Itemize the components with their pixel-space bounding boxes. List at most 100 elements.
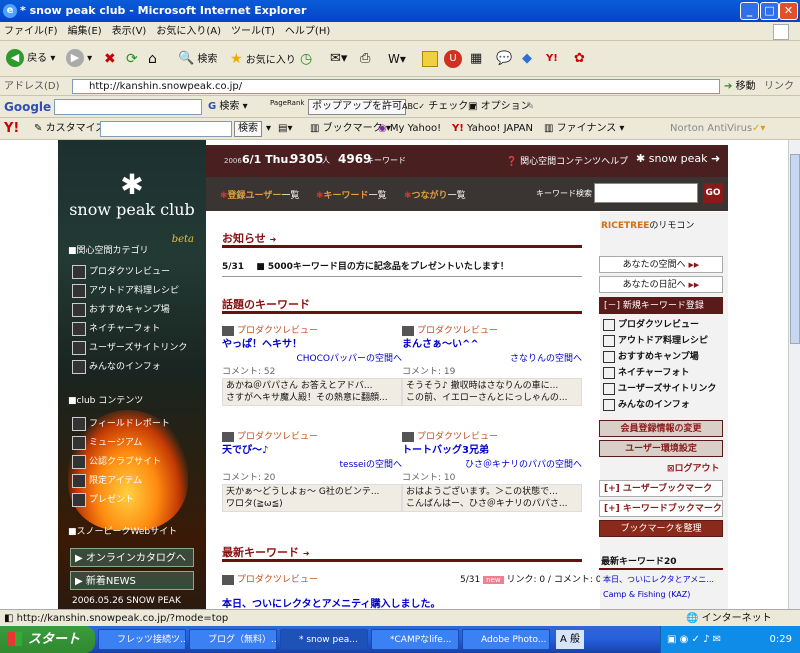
comment-line[interactable]: あかね＠パパさん お答えとアドバ... bbox=[226, 380, 398, 392]
ime-indicator[interactable]: A 般 bbox=[556, 630, 585, 649]
options-button[interactable]: ▣ オプション bbox=[468, 96, 531, 118]
card-title-link[interactable]: まんさぁ～い^^ bbox=[402, 338, 582, 352]
comment-line[interactable]: さすがヘキサ魔人殿！その熱意に翻顔... bbox=[226, 392, 398, 404]
nav-campsite[interactable]: おすすめキャンプ場 bbox=[72, 302, 170, 318]
norton-label[interactable]: Norton AntiVirus bbox=[670, 118, 752, 140]
your-diary-button[interactable]: あなたの日記へ ▶▶ bbox=[599, 276, 723, 293]
nav-everyone-info[interactable]: みんなのインフォ bbox=[72, 359, 161, 375]
latest20-item[interactable]: 本日、ついにレクタとアメニ... bbox=[603, 574, 714, 585]
nav-outdoor-recipe[interactable]: アウトドア料理レシピ bbox=[72, 283, 179, 299]
menu-help[interactable]: ヘルプ(H) bbox=[285, 26, 330, 37]
stop-icon[interactable]: ✖ bbox=[104, 49, 116, 69]
maximize-button[interactable]: □ bbox=[760, 2, 779, 20]
organize-bookmarks-button[interactable]: ブックマークを整理 bbox=[599, 520, 723, 537]
yahoo-menu-icon[interactable]: ▤▾ bbox=[278, 118, 292, 140]
logout-button[interactable]: ⊠ログアウト bbox=[667, 461, 720, 474]
nav-nature-photo[interactable]: ネイチャーフォト bbox=[72, 321, 160, 337]
nav-limited-items[interactable]: 限定アイテム bbox=[72, 473, 142, 489]
google-search-input[interactable] bbox=[54, 99, 202, 115]
pencil-icon[interactable]: ✎ bbox=[526, 96, 534, 118]
latest-title-link[interactable]: 本日、ついにレクタとアメニティ購入しました。 bbox=[222, 595, 441, 609]
research-icon[interactable]: ▦ bbox=[470, 49, 482, 69]
comment-line[interactable]: ワロタ(≧ω≦) bbox=[226, 498, 398, 510]
link-list-link[interactable]: ✱つながり一覧 bbox=[404, 188, 466, 201]
links-label[interactable]: リンク bbox=[764, 77, 794, 96]
search-button[interactable]: 🔍 検索 bbox=[178, 49, 217, 69]
start-button[interactable]: スタート bbox=[0, 626, 95, 653]
help-link[interactable]: ❓ 関心空間コンテンツヘルプ bbox=[506, 154, 628, 167]
edit-icon[interactable]: W▾ bbox=[388, 49, 406, 69]
u-icon[interactable]: U bbox=[444, 50, 462, 68]
comment-line[interactable]: 天かぁ～どうしよぉ～ G社のビンテ... bbox=[226, 486, 398, 498]
messenger-icon[interactable]: 💬 bbox=[496, 49, 512, 69]
taskbar-item-active[interactable]: * snow pea... bbox=[280, 629, 368, 650]
your-space-button[interactable]: あなたの空間へ ▶▶ bbox=[599, 256, 723, 273]
keyword-search-go-button[interactable]: GO bbox=[703, 183, 723, 203]
comment-line[interactable]: そうそう♪ 撤収時はさなりんの車に... bbox=[406, 380, 578, 392]
scrollbar-thumb[interactable] bbox=[790, 154, 800, 344]
card-user-link[interactable]: さなりんの空間へ bbox=[402, 352, 582, 366]
nav-museum[interactable]: ミュージアム bbox=[72, 435, 142, 451]
menu-edit[interactable]: 編集(E) bbox=[68, 26, 102, 37]
online-catalog-button[interactable]: ▶ オンラインカタログへ bbox=[70, 548, 194, 567]
comment-line[interactable]: こんばんはー、ひさ＠キナリのパパさ... bbox=[406, 498, 578, 510]
norton-icon[interactable]: ✓▾ bbox=[752, 118, 765, 140]
notice-item[interactable]: 5/31 ■ 5000キーワード目の方に記念品をプレゼントいたします！ bbox=[222, 259, 509, 272]
menu-tools[interactable]: ツール(T) bbox=[231, 26, 275, 37]
card-user-link[interactable]: tesseiの空間へ bbox=[222, 458, 402, 472]
mail-icon[interactable]: ✉▾ bbox=[330, 49, 347, 69]
card-user-link[interactable]: ひさ＠キナリのパパの空間へ bbox=[402, 458, 582, 472]
refresh-icon[interactable]: ⟳ bbox=[126, 49, 138, 69]
menu-view[interactable]: 表示(V) bbox=[112, 26, 147, 37]
taskbar-item[interactable]: Adobe Photo... bbox=[462, 629, 550, 650]
popup-allow-button[interactable]: ポップアップを許可 bbox=[308, 99, 406, 115]
nav-products-review[interactable]: プロダクツレビュー bbox=[72, 264, 170, 280]
nav-user-sites[interactable]: ユーザーズサイトリンク bbox=[72, 340, 187, 356]
yahoo-search-button[interactable]: 検索 bbox=[234, 121, 262, 137]
card-title-link[interactable]: やっぱ！ヘキサ！ bbox=[222, 338, 402, 352]
menu-file[interactable]: ファイル(F) bbox=[4, 26, 58, 37]
user-list-link[interactable]: ✱登録ユーザー一覧 bbox=[220, 188, 299, 201]
user-bookmark-button[interactable]: [+] ユーザーブックマーク bbox=[599, 480, 723, 497]
taskbar-item[interactable]: ブログ（無料）... bbox=[189, 629, 277, 650]
keyword-search-input[interactable] bbox=[594, 183, 698, 203]
my-yahoo-link[interactable]: ◉ My Yahoo! bbox=[378, 118, 441, 140]
new-news-button[interactable]: ▶ 新着NEWS bbox=[70, 571, 194, 590]
taskbar-item[interactable]: *CAMPなlife... bbox=[371, 629, 459, 650]
remote-nav-info[interactable]: みんなのインフォ bbox=[603, 398, 690, 413]
forward-button[interactable]: ▶ ▾ bbox=[66, 49, 92, 69]
remote-nav-campsite[interactable]: おすすめキャンプ場 bbox=[603, 350, 699, 365]
nav-present[interactable]: プレゼント bbox=[72, 492, 134, 508]
back-button[interactable]: ◀ 戻る ▾ bbox=[6, 49, 55, 69]
snowpeak-link[interactable]: ✱ snow peak ➜ bbox=[636, 152, 720, 165]
google-search-button[interactable]: G 検索 ▾ bbox=[208, 96, 248, 118]
history-icon[interactable]: ◷ bbox=[300, 49, 312, 69]
note-icon[interactable] bbox=[422, 51, 438, 67]
yahoo-japan-link[interactable]: Y! Yahoo! JAPAN bbox=[452, 118, 533, 140]
tray-icons[interactable]: ▣ ◉ ✓ ♪ ✉ bbox=[667, 634, 721, 645]
finance-link[interactable]: ▥ ファイナンス ▾ bbox=[544, 118, 624, 140]
vertical-scrollbar[interactable] bbox=[788, 140, 800, 609]
latest20-item[interactable]: Camp & Fishing (KAZ) bbox=[603, 590, 690, 599]
address-input[interactable]: http://kanshin.snowpeak.co.jp/ bbox=[72, 79, 720, 94]
remote-nav-recipe[interactable]: アウトドア料理レシピ bbox=[603, 334, 708, 349]
keyword-list-link[interactable]: ✱キーワード一覧 bbox=[316, 188, 387, 201]
snowpeak-logo[interactable]: ✱ snow peak club beta bbox=[58, 170, 206, 246]
home-icon[interactable]: ⌂ bbox=[148, 49, 157, 69]
card-title-link[interactable]: トートバッグ3兄弟 bbox=[402, 444, 582, 458]
member-info-button[interactable]: 会員登録情報の変更 bbox=[599, 420, 723, 437]
new-keyword-button[interactable]: [－] 新規キーワード登録 bbox=[599, 297, 723, 314]
user-settings-button[interactable]: ユーザー環境設定 bbox=[599, 440, 723, 457]
favorites-button[interactable]: ★ お気に入り bbox=[230, 49, 296, 69]
close-button[interactable]: ✕ bbox=[779, 2, 798, 20]
card-title-link[interactable]: 天でぴ～♪ bbox=[222, 444, 402, 458]
search-dropdown-icon[interactable]: ▾ bbox=[266, 118, 271, 140]
remote-nav-photo[interactable]: ネイチャーフォト bbox=[603, 366, 689, 381]
keyword-bookmark-button[interactable]: [+] キーワードブックマーク bbox=[599, 500, 723, 517]
print-icon[interactable]: ⎙ bbox=[360, 49, 370, 69]
msn-icon[interactable]: ◆ bbox=[522, 49, 532, 69]
go-button[interactable]: ➔ 移動 bbox=[724, 77, 756, 96]
comment-line[interactable]: この前、イエローさんとにっしゃんの... bbox=[406, 392, 578, 404]
customize-button[interactable]: ✎ カスタマイズ bbox=[34, 118, 105, 140]
taskbar-item[interactable]: フレッツ接続ツ... bbox=[98, 629, 186, 650]
